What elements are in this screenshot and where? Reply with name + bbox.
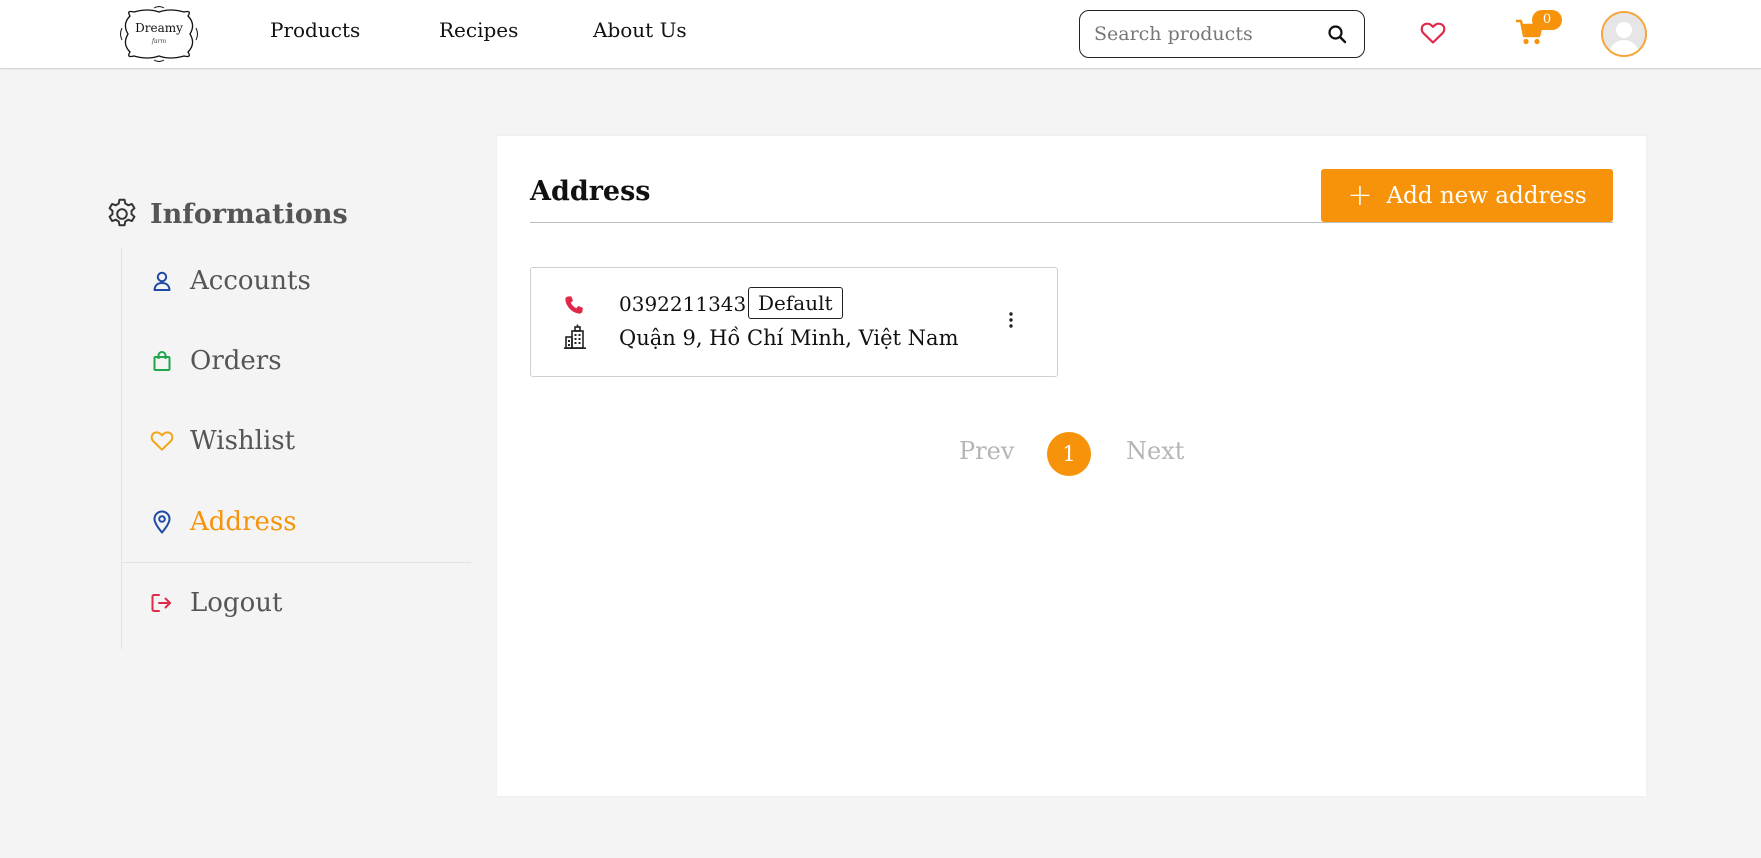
nav-recipes[interactable]: Recipes	[439, 18, 518, 42]
gear-icon	[108, 198, 136, 227]
cart-count-badge: 0	[1532, 10, 1562, 30]
wishlist-heart-icon[interactable]	[1420, 21, 1446, 45]
sidebar-header: Informations	[104, 196, 348, 232]
nav-about-us[interactable]: About Us	[593, 18, 687, 42]
nav-products[interactable]: Products	[270, 18, 360, 42]
phone-icon	[565, 296, 583, 314]
shopping-bag-icon	[150, 349, 174, 373]
pagination-next[interactable]: Next	[1126, 437, 1184, 465]
sidebar-divider	[121, 562, 471, 563]
sidebar-item-label: Address	[190, 507, 297, 537]
sidebar-rail	[121, 248, 122, 649]
search-icon[interactable]	[1327, 24, 1347, 44]
pagination-page-current[interactable]: 1	[1047, 432, 1091, 476]
sidebar-item-label: Logout	[190, 588, 283, 618]
top-header: Dreamy farm Products Recipes About Us 0	[0, 0, 1761, 69]
sidebar-title: Informations	[150, 198, 348, 230]
location-pin-icon	[150, 510, 174, 534]
default-badge: Default	[748, 287, 843, 319]
logo-tagline: farm	[151, 38, 167, 45]
user-avatar[interactable]	[1601, 11, 1647, 57]
address-text: Quận 9, Hồ Chí Minh, Việt Nam	[619, 326, 959, 350]
address-panel: Address + Add new address 0392211343 Def…	[497, 136, 1646, 796]
title-divider	[530, 222, 1613, 223]
page-title: Address	[530, 176, 651, 207]
add-new-address-button[interactable]: + Add new address	[1321, 169, 1613, 222]
avatar-placeholder-icon	[1603, 13, 1645, 55]
address-card: 0392211343 Default Quận 9, Hồ Chí Minh, …	[530, 267, 1058, 377]
brand-logo[interactable]: Dreamy farm	[118, 6, 200, 62]
sidebar-item-logout[interactable]: Logout	[150, 588, 282, 618]
user-icon	[150, 269, 174, 293]
more-options-icon[interactable]	[1005, 310, 1017, 330]
sidebar-item-label: Wishlist	[190, 426, 296, 456]
search-input[interactable]	[1094, 21, 1316, 47]
sidebar-item-label: Orders	[190, 346, 282, 376]
logo-name: Dreamy	[135, 21, 183, 35]
sidebar-item-label: Accounts	[190, 266, 311, 296]
pagination-prev[interactable]: Prev	[959, 437, 1014, 465]
building-icon	[564, 324, 586, 350]
sidebar-item-wishlist[interactable]: Wishlist	[150, 426, 295, 456]
heart-icon	[150, 429, 174, 453]
logout-icon	[150, 591, 174, 615]
add-new-address-label: Add new address	[1386, 182, 1587, 209]
plus-icon: +	[1347, 177, 1373, 213]
search-box	[1079, 10, 1365, 58]
sidebar-item-orders[interactable]: Orders	[150, 346, 282, 376]
sidebar-item-accounts[interactable]: Accounts	[150, 266, 311, 296]
sidebar-item-address[interactable]: Address	[150, 507, 297, 537]
address-phone: 0392211343	[619, 292, 747, 316]
